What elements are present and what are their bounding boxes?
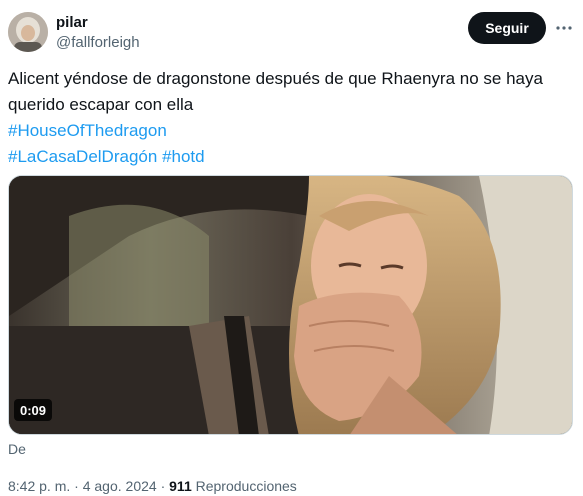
tweet-time[interactable]: 8:42 p. m. — [8, 478, 70, 494]
media-source-label: De — [8, 441, 26, 457]
hashtag-link[interactable]: #HouseOfThedragon — [8, 121, 167, 140]
follow-button[interactable]: Seguir — [468, 12, 546, 44]
video-duration-badge: 0:09 — [14, 399, 53, 421]
more-horizontal-icon[interactable] — [552, 16, 576, 40]
meta-separator: · — [160, 478, 166, 494]
author-handle[interactable]: @fallforleigh — [56, 34, 140, 51]
author-name[interactable]: pilar — [56, 14, 88, 31]
video-player[interactable] — [8, 175, 573, 435]
hashtag-link[interactable]: #hotd — [162, 147, 205, 166]
tweet-text: Alicent yéndose de dragonstone después d… — [8, 66, 573, 170]
tweet-header: pilar @fallforleigh Seguir — [0, 0, 583, 60]
tweet-text-line: querido escapar con ella — [8, 95, 194, 114]
tweet-text-line: Alicent yéndose de dragonstone después d… — [8, 69, 543, 88]
views-count: 911 — [169, 478, 192, 494]
views-label: Reproducciones — [195, 478, 297, 494]
tweet-date[interactable]: 4 ago. 2024 — [83, 478, 157, 494]
hashtag-link[interactable]: #LaCasaDelDragón — [8, 147, 157, 166]
avatar[interactable] — [8, 12, 48, 52]
meta-separator: · — [74, 478, 79, 494]
tweet-meta: 8:42 p. m. · 4 ago. 2024 · 911 Reproducc… — [8, 478, 297, 494]
